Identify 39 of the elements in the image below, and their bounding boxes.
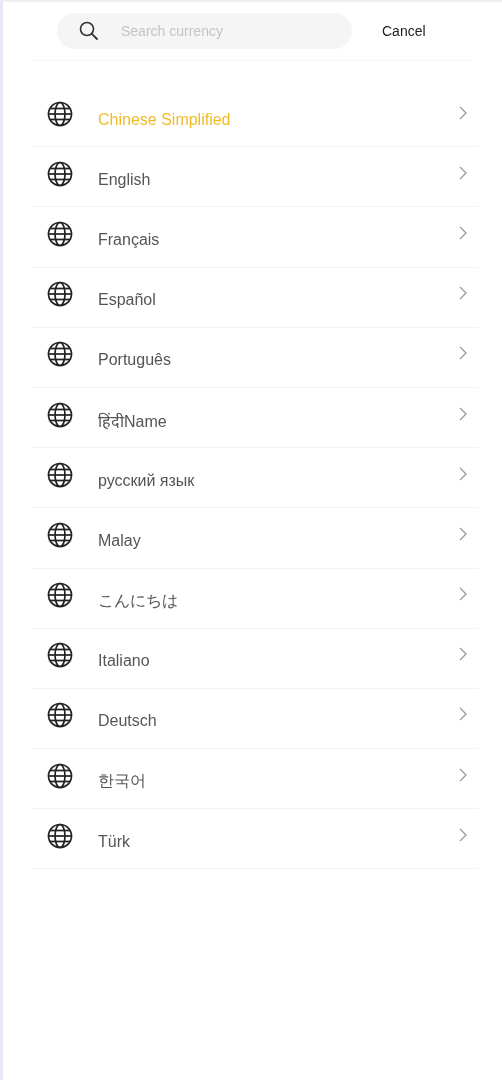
chevron-right-icon [458, 285, 468, 302]
chevron-right-icon [458, 766, 468, 783]
globe-icon [47, 341, 73, 368]
globe-icon [47, 461, 73, 488]
language-item[interactable]: Español [32, 267, 478, 328]
globe-icon [47, 642, 73, 669]
language-item[interactable]: Deutsch [32, 688, 478, 750]
chevron-right-icon [458, 826, 468, 843]
language-item[interactable]: Italiano [32, 628, 478, 689]
globe-icon [47, 220, 73, 247]
globe-icon [47, 160, 73, 187]
language-item[interactable]: Malay [32, 508, 478, 569]
globe-icon [47, 100, 73, 127]
globe-icon [47, 582, 73, 609]
cancel-button[interactable]: Cancel [382, 19, 426, 43]
chevron-right-icon [458, 586, 468, 603]
globe-icon [47, 521, 73, 548]
globe-icon [47, 702, 73, 729]
chevron-right-icon [458, 164, 468, 181]
language-item[interactable]: Português [32, 327, 478, 388]
language-item[interactable]: русский язык [32, 448, 478, 509]
language-item[interactable]: English [32, 147, 478, 208]
globe-icon [47, 401, 73, 428]
chevron-right-icon [458, 525, 468, 542]
language-item[interactable]: こんにちは [32, 568, 478, 629]
chevron-right-icon [458, 646, 468, 663]
language-item[interactable]: Français [32, 207, 478, 268]
chevron-right-icon [458, 405, 468, 422]
globe-icon [47, 822, 73, 849]
chevron-right-icon [458, 224, 468, 241]
globe-icon [47, 762, 73, 789]
chevron-right-icon [458, 706, 468, 723]
chevron-right-icon [458, 465, 468, 482]
chevron-right-icon [458, 345, 468, 362]
language-item[interactable]: 한국어 [32, 749, 478, 810]
globe-icon [47, 281, 73, 308]
chevron-right-icon [458, 104, 468, 121]
language-item[interactable]: Türk [32, 809, 478, 870]
language-item[interactable]: हिंदीName [32, 387, 478, 449]
